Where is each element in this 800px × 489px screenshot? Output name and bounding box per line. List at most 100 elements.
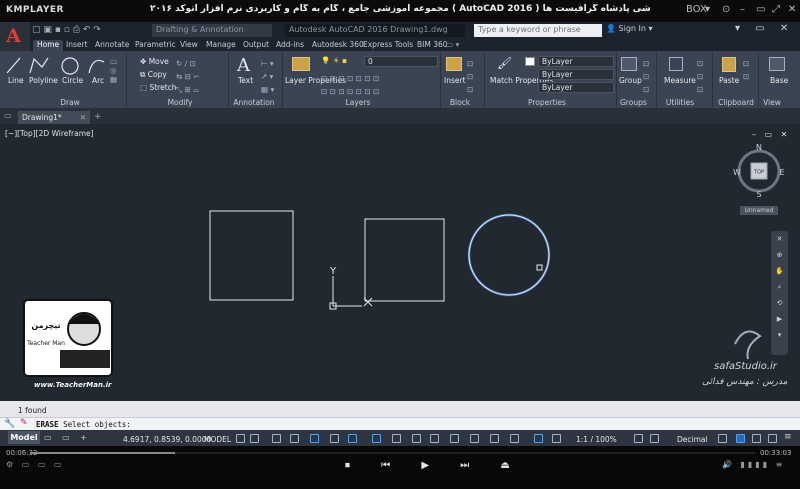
- application-menu-button[interactable]: A: [0, 22, 30, 54]
- customization-menu-icon[interactable]: ≡: [784, 432, 792, 442]
- selection-filter-icon[interactable]: [490, 434, 499, 443]
- transparency-icon[interactable]: [412, 434, 421, 443]
- annotation-visibility-icon[interactable]: [534, 434, 543, 443]
- group-button[interactable]: Group: [619, 76, 642, 85]
- model-tab[interactable]: Model: [8, 431, 40, 444]
- ucs-dropdown[interactable]: Unnamed: [740, 206, 778, 215]
- utilities-panel-label[interactable]: Utilities: [665, 98, 695, 109]
- lock-ui-icon[interactable]: [736, 434, 745, 443]
- playback-controls[interactable]: ⏹ ⏮ ▶ ⏭ ⏏: [345, 460, 524, 471]
- tab-insert[interactable]: Insert: [66, 40, 88, 51]
- color-dropdown[interactable]: ByLayer: [538, 56, 614, 67]
- navbar-icons[interactable]: ✕ ⊕ ✋ ⌕ ⟲ ▶ ▾: [771, 231, 788, 343]
- ribbon-options-icon[interactable]: ▭ ▾: [446, 40, 459, 51]
- start-tab-icon[interactable]: ▭: [4, 111, 12, 120]
- paste-button[interactable]: Paste: [719, 76, 739, 85]
- pin-icon[interactable]: ⊙: [722, 4, 730, 15]
- coordinate-readout[interactable]: 4.6917, 0.8539, 0.0000: [123, 435, 211, 444]
- groups-panel-label[interactable]: Groups: [620, 98, 647, 109]
- customize-icon[interactable]: 🔧: [4, 419, 15, 429]
- tab-manage[interactable]: Manage: [206, 40, 236, 51]
- layout-tabs[interactable]: ▭ ▭ +: [44, 433, 91, 442]
- dynamic-ucs-icon[interactable]: [470, 434, 479, 443]
- window-controls[interactable]: ▾ ▭ ✕: [735, 23, 794, 34]
- snap-icon[interactable]: [250, 434, 259, 443]
- base-button[interactable]: Base: [770, 76, 788, 85]
- file-tab-drawing1[interactable]: Drawing1* ✕: [18, 111, 90, 124]
- infer-icon[interactable]: [272, 434, 281, 443]
- layers-panel-label[interactable]: Layers: [345, 98, 371, 109]
- layer-tool-icons[interactable]: ⊡ ⊡ ⊡ ⊡ ⊡ ⊡ ⊡ ⊡ ⊡ ⊡ ⊡ ⊡ ⊡ ⊡: [321, 72, 379, 98]
- block-extra-icons[interactable]: ⊡ ⊡ ⊡: [467, 57, 473, 96]
- tab-output[interactable]: Output: [243, 40, 269, 51]
- tab-annotate[interactable]: Annotate: [95, 40, 129, 51]
- move-button[interactable]: ✥ Move: [140, 57, 169, 66]
- viewport-window-controls[interactable]: – ▭ ✕: [752, 130, 790, 139]
- search-input[interactable]: Type a keyword or phrase: [474, 24, 602, 37]
- units-dropdown[interactable]: Decimal: [677, 435, 708, 444]
- linetype-dropdown[interactable]: ByLayer: [538, 82, 614, 93]
- annotation-scale[interactable]: 1:1 / 100%: [576, 435, 617, 444]
- lineweight-dropdown[interactable]: ByLayer: [538, 69, 614, 80]
- viewport-controls-label[interactable]: [−][Top][2D Wireframe]: [5, 129, 94, 138]
- draw-panel-label[interactable]: Draw: [55, 98, 85, 109]
- box-menu-button[interactable]: BOX: [686, 4, 707, 15]
- measure-button[interactable]: Measure: [664, 76, 696, 85]
- arc-button[interactable]: Arc: [92, 76, 104, 85]
- layer-dropdown[interactable]: 0: [364, 56, 438, 67]
- auto-scale-icon[interactable]: [552, 434, 561, 443]
- block-panel-label[interactable]: Block: [447, 98, 473, 109]
- modify-panel-label[interactable]: Modify: [165, 98, 195, 109]
- text-button[interactable]: Text: [238, 76, 253, 85]
- utilities-extra-icons[interactable]: ⊡ ⊡ ⊡: [697, 57, 703, 96]
- polyline-button[interactable]: Polyline: [29, 76, 58, 85]
- circle-button[interactable]: Circle: [62, 76, 83, 85]
- navigation-bar[interactable]: ✕ ⊕ ✋ ⌕ ⟲ ▶ ▾: [771, 231, 788, 355]
- quick-access-toolbar[interactable]: ▢ ▣ ▪ ▫ ⎙ ↶ ↷: [32, 25, 101, 35]
- selection-cycling-icon[interactable]: [430, 434, 439, 443]
- fullscreen-icon[interactable]: ⤢: [772, 4, 780, 15]
- close-icon[interactable]: ✕: [788, 4, 796, 15]
- view-panel-label[interactable]: View: [760, 98, 784, 109]
- line-button[interactable]: Line: [8, 76, 24, 85]
- grid-icon[interactable]: [236, 434, 245, 443]
- tab-bim360[interactable]: BIM 360: [417, 40, 448, 51]
- workspace-switch-icon[interactable]: [634, 434, 643, 443]
- drawing-canvas[interactable]: Y TOP N S W E تیچرمن Teacher Man: [0, 124, 800, 401]
- command-line[interactable]: ERASE Select objects:: [0, 417, 800, 430]
- insert-button[interactable]: Insert: [444, 76, 466, 85]
- copy-button[interactable]: ⧉ Copy: [140, 70, 167, 80]
- minimize-icon[interactable]: –: [740, 4, 745, 15]
- object-snap-icon[interactable]: [372, 434, 381, 443]
- tab-parametric[interactable]: Parametric: [135, 40, 176, 51]
- layer-state-icons[interactable]: 💡 ☀ ▪: [321, 56, 347, 65]
- tab-express-tools[interactable]: Express Tools: [363, 40, 413, 51]
- tab-autodesk360[interactable]: Autodesk 360: [312, 40, 364, 51]
- ortho-icon[interactable]: [290, 434, 299, 443]
- annotation-monitor-icon[interactable]: [650, 434, 659, 443]
- 3d-osnap-icon[interactable]: [450, 434, 459, 443]
- draw-extra-icons[interactable]: ▭ ◎ ▦: [110, 57, 117, 84]
- isolate-objects-icon[interactable]: [752, 434, 761, 443]
- clipboard-panel-label[interactable]: Clipboard: [718, 98, 754, 109]
- stretch-button[interactable]: ⬚ Stretch: [140, 83, 177, 92]
- restore-icon[interactable]: ▭: [756, 4, 765, 15]
- isodraft-icon[interactable]: [330, 434, 339, 443]
- quick-properties-icon[interactable]: [718, 434, 727, 443]
- new-tab-button[interactable]: +: [94, 112, 102, 122]
- hardware-acceleration-icon[interactable]: [768, 434, 777, 443]
- modify-extra-icons[interactable]: ↻ ∕ ⊡ ⇆ ⊟ ⌐ ⤡ ⊞ ⌓: [176, 57, 200, 96]
- tab-view[interactable]: View: [180, 40, 198, 51]
- clipboard-extra-icons[interactable]: ⊡ ⊡: [743, 57, 749, 83]
- properties-panel-label[interactable]: Properties: [528, 98, 566, 109]
- player-left-icons[interactable]: ⚙ ▭ ▭ ▭: [6, 460, 64, 469]
- sign-in-button[interactable]: 👤 Sign In ▾: [606, 24, 653, 33]
- volume-icons[interactable]: 🔊 ▮▮▮▮ ≡: [722, 460, 785, 469]
- polar-icon[interactable]: [310, 434, 319, 443]
- model-space-button[interactable]: MODEL: [204, 435, 231, 444]
- annotation-panel-label[interactable]: Annotation: [232, 98, 276, 109]
- chevron-down-icon[interactable]: ▾: [705, 4, 710, 15]
- annotation-extra-icons[interactable]: ⊢ ▾ ↗ ▾ ▦ ▾: [261, 57, 274, 96]
- group-extra-icons[interactable]: ⊡ ⊡ ⊡: [643, 57, 649, 96]
- tab-home[interactable]: Home: [33, 40, 64, 51]
